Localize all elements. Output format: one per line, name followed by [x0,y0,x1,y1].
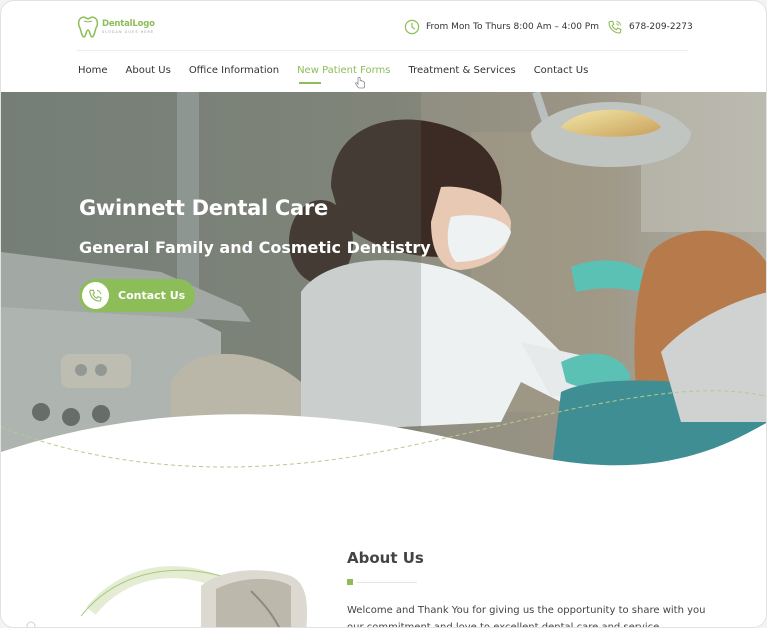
main-nav: Home About Us Office Information New Pat… [78,65,606,84]
phone-icon [82,282,109,309]
nav-item-about-us[interactable]: About Us [126,65,171,76]
nav-item-contact-us[interactable]: Contact Us [534,65,589,76]
about-illustration [26,566,308,627]
hero-banner: Gwinnett Dental Care General Family and … [1,92,766,475]
contact-us-label: Contact Us [118,289,186,302]
clock-icon [404,19,420,35]
hero-title: Gwinnett Dental Care [79,196,328,220]
nav-item-new-patient-forms[interactable]: New Patient Forms [297,65,390,84]
logo[interactable]: DentalLogo SLOGAN GOES HERE [77,15,155,39]
hand-pointer-icon [355,77,365,89]
hero-subtitle: General Family and Cosmetic Dentistry [79,238,431,257]
office-hours: From Mon To Thurs 8:00 Am – 4:00 Pm [404,19,599,35]
logo-title: DentalLogo [102,18,155,29]
about-text: Welcome and Thank You for giving us the … [347,605,706,628]
nav-item-treatment-services[interactable]: Treatment & Services [408,65,515,76]
logo-tagline: SLOGAN GOES HERE [102,30,155,34]
office-hours-text: From Mon To Thurs 8:00 Am – 4:00 Pm [426,22,599,32]
nav-item-home[interactable]: Home [78,65,108,76]
nav-item-office-information[interactable]: Office Information [189,65,279,76]
phone-number: 678-209-2273 [629,22,693,32]
contact-us-button[interactable]: Contact Us [79,279,195,312]
about-title: About Us [347,549,424,567]
phone-icon [608,20,622,34]
top-bar: DentalLogo SLOGAN GOES HERE From Mon To … [77,13,693,51]
tooth-icon [77,16,99,38]
section-divider [347,579,417,585]
header-phone[interactable]: 678-209-2273 [607,19,693,35]
browser-frame: DentalLogo SLOGAN GOES HERE From Mon To … [0,0,767,628]
